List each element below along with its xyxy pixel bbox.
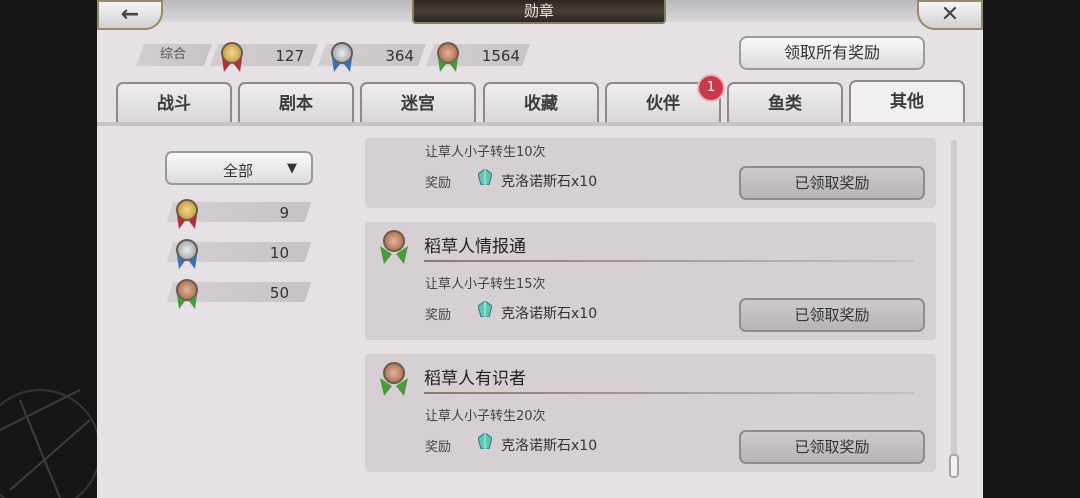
achievement-desc: 让草人小子转生15次 [425, 277, 546, 292]
claimed-reward-button[interactable]: 已领取奖励 [739, 298, 925, 332]
achievement-desc: 让草人小子转生10次 [425, 145, 546, 160]
claimed-reward-button[interactable]: 已领取奖励 [739, 430, 925, 464]
summary-label: 综合 [160, 47, 187, 62]
summary-bronze-count: 1564 [481, 47, 520, 65]
scrollbar-track[interactable] [951, 140, 957, 476]
achievement-title: 稻草人有识者 [424, 369, 526, 389]
back-button[interactable]: ← [97, 0, 163, 30]
reward-value: 克洛诺斯石x10 [501, 174, 598, 190]
gold-medal-icon [175, 199, 199, 229]
silver-medal-icon [175, 239, 199, 269]
tab-dungeon[interactable]: 迷宫 [360, 82, 476, 124]
chronos-stone-icon [478, 169, 492, 185]
background-ornament-icon [0, 389, 100, 498]
tab-collection[interactable]: 收藏 [483, 82, 599, 124]
gold-medal-icon [220, 42, 244, 72]
bronze-medal-icon [380, 230, 408, 264]
close-icon: ✕ [940, 2, 960, 27]
reward-value: 克洛诺斯石x10 [501, 306, 598, 322]
silver-medal-icon [330, 42, 354, 72]
tab-other[interactable]: 其他 [849, 80, 965, 124]
bronze-medal-icon [175, 279, 199, 309]
tab-fish[interactable]: 鱼类 [727, 82, 843, 124]
left-silver-count: 10 [269, 244, 289, 262]
notification-badge: 1 [697, 74, 725, 102]
achievement-card: 稻草人有识者 让草人小子转生20次 奖励 克洛诺斯石x10 已领取奖励 [365, 354, 936, 472]
reward-label: 奖励 [425, 176, 452, 191]
tab-script[interactable]: 剧本 [238, 82, 354, 124]
page-title: 勋章 [412, 0, 666, 24]
reward-value: 克洛诺斯石x10 [501, 438, 598, 454]
bronze-medal-icon [380, 362, 408, 396]
summary-gold-count: 127 [275, 47, 304, 65]
chronos-stone-icon [478, 301, 492, 317]
title-underline [424, 260, 914, 262]
title-underline [424, 392, 914, 394]
summary-silver-count: 364 [385, 47, 414, 65]
left-bronze-count: 50 [269, 284, 289, 302]
reward-label: 奖励 [425, 308, 452, 323]
chronos-stone-icon [478, 433, 492, 449]
achievement-desc: 让草人小子转生20次 [425, 409, 546, 424]
achievement-card: 让草人小子转生10次 奖励 克洛诺斯石x10 已领取奖励 [365, 138, 936, 208]
achievement-title: 稻草人情报通 [424, 237, 526, 257]
claim-all-button[interactable]: 领取所有奖励 [739, 36, 925, 70]
bronze-medal-icon [436, 42, 460, 72]
achievement-card: 稻草人情报通 让草人小子转生15次 奖励 克洛诺斯石x10 已领取奖励 [365, 222, 936, 340]
left-gold-count: 9 [279, 204, 289, 222]
tab-divider [97, 122, 983, 126]
chevron-down-icon: ▼ [287, 161, 297, 176]
reward-label: 奖励 [425, 440, 452, 455]
claimed-reward-button[interactable]: 已领取奖励 [739, 166, 925, 200]
scrollbar-thumb[interactable] [949, 454, 959, 478]
close-button[interactable]: ✕ [917, 0, 983, 30]
filter-selected-value: 全部 [223, 162, 254, 180]
back-arrow-icon: ← [120, 2, 140, 27]
tab-battle[interactable]: 战斗 [116, 82, 232, 124]
filter-dropdown[interactable]: 全部 ▼ [165, 151, 313, 185]
